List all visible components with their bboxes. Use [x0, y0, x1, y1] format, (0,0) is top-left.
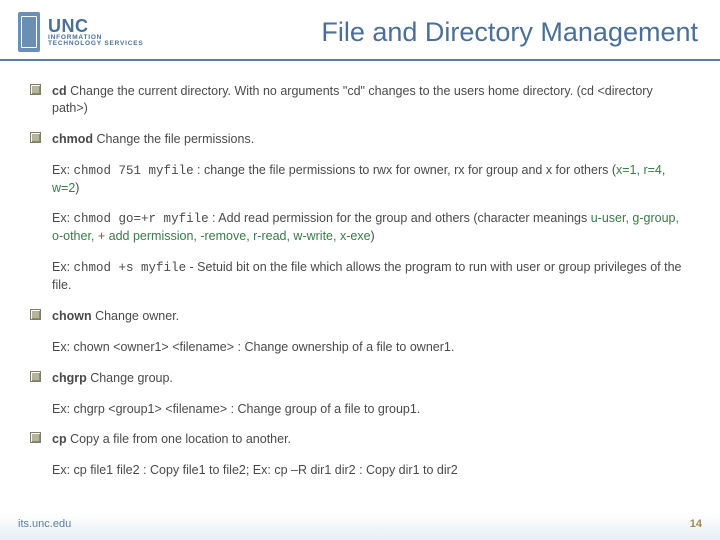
cmd-chown: chown — [52, 309, 92, 323]
desc-cd: Change the current directory. With no ar… — [52, 84, 653, 115]
desc-chgrp: Change group. — [87, 371, 173, 385]
ex-post: : Add read permission for the group and … — [209, 211, 591, 225]
example-text: Ex: chmod 751 myfile : change the file p… — [52, 162, 690, 197]
example-text: Ex: chown <owner1> <filename> : Change o… — [52, 339, 690, 356]
page-title: File and Directory Management — [144, 17, 702, 48]
desc-chmod: Change the file permissions. — [93, 132, 254, 146]
ex-prefix: Ex: — [52, 211, 74, 225]
example-text: Ex: cp file1 file2 : Copy file1 to file2… — [52, 462, 690, 479]
bullet-icon — [30, 309, 41, 320]
list-item: chgrp Change group. — [30, 370, 690, 387]
logo-main: UNC — [48, 17, 144, 35]
bullet-icon — [30, 432, 41, 443]
unc-logo-icon — [18, 12, 40, 52]
cmd-chmod: chmod — [52, 132, 93, 146]
list-item: chown Change owner. — [30, 308, 690, 325]
example-text: Ex: chgrp <group1> <filename> : Change g… — [52, 401, 690, 418]
slide-footer: its.unc.edu 14 — [0, 514, 720, 540]
footer-url: its.unc.edu — [18, 518, 71, 530]
cmd-chgrp: chgrp — [52, 371, 87, 385]
example-text: Ex: chmod go=+r myfile : Add read permis… — [52, 210, 690, 245]
list-item: cd Change the current directory. With no… — [30, 83, 690, 117]
ex-close: ) — [75, 181, 79, 195]
desc-chown: Change owner. — [92, 309, 180, 323]
slide-content: cd Change the current directory. With no… — [0, 61, 720, 479]
bullet-icon — [30, 84, 41, 95]
ex-close: ) — [371, 229, 375, 243]
ex-prefix: Ex: — [52, 260, 74, 274]
ex-post: : change the file permissions to rwx for… — [194, 163, 616, 177]
cmd-cp: cp — [52, 432, 67, 446]
slide-header: UNC INFORMATION TECHNOLOGY SERVICES File… — [0, 0, 720, 61]
bullet-icon — [30, 371, 41, 382]
ex-mono: chmod 751 myfile — [74, 164, 194, 178]
list-item: chmod Change the file permissions. — [30, 131, 690, 148]
page-number: 14 — [690, 518, 702, 530]
cmd-cd: cd — [52, 84, 67, 98]
logo-line2: TECHNOLOGY SERVICES — [48, 41, 144, 48]
desc-cp: Copy a file from one location to another… — [67, 432, 291, 446]
ex-prefix: Ex: — [52, 163, 74, 177]
ex-mono: chmod +s myfile — [74, 261, 187, 275]
list-item: cp Copy a file from one location to anot… — [30, 431, 690, 448]
example-text: Ex: chmod +s myfile - Setuid bit on the … — [52, 259, 690, 294]
header-divider — [0, 59, 720, 61]
ex-mono: chmod go=+r myfile — [74, 212, 209, 226]
logo: UNC INFORMATION TECHNOLOGY SERVICES — [18, 12, 144, 52]
bullet-icon — [30, 132, 41, 143]
